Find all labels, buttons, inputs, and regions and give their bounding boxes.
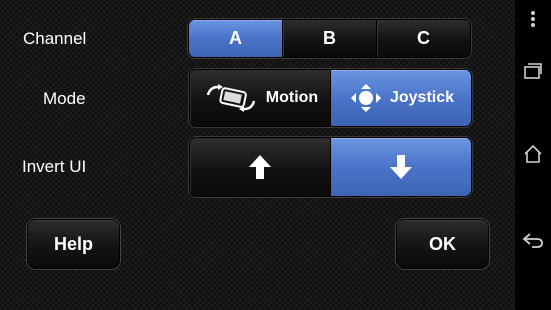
channel-option-b[interactable]: B	[283, 20, 377, 57]
invert-ui-selector	[189, 137, 472, 197]
channel-selector: A B C	[188, 19, 471, 58]
channel-option-a[interactable]: A	[189, 20, 283, 57]
system-navigation-bar	[515, 0, 551, 310]
overflow-menu-icon[interactable]	[515, 10, 551, 28]
joystick-icon	[348, 83, 384, 113]
mode-option-motion-label: Motion	[265, 89, 319, 106]
mode-label: Mode	[43, 89, 86, 108]
mode-selector: Motion Joystick	[189, 69, 472, 127]
arrow-up-icon	[248, 153, 272, 181]
invert-option-up[interactable]	[190, 138, 331, 196]
help-button[interactable]: Help	[27, 219, 120, 269]
back-icon[interactable]	[515, 231, 551, 249]
mode-option-joystick-label: Joystick	[389, 89, 455, 106]
mode-option-motion[interactable]: Motion	[190, 70, 331, 126]
ok-button[interactable]: OK	[396, 219, 489, 269]
arrow-down-icon	[389, 153, 413, 181]
recent-apps-icon[interactable]	[515, 62, 551, 80]
invert-ui-label: Invert UI	[22, 157, 87, 176]
channel-option-c[interactable]: C	[377, 20, 470, 57]
channel-label: Channel	[23, 29, 87, 48]
settings-panel: Channel A B C Mode Motion Joystick Inver…	[0, 0, 515, 310]
mode-option-joystick[interactable]: Joystick	[331, 70, 471, 126]
invert-option-down[interactable]	[331, 138, 471, 196]
home-icon[interactable]	[515, 144, 551, 164]
phone-rotate-icon	[202, 83, 260, 113]
